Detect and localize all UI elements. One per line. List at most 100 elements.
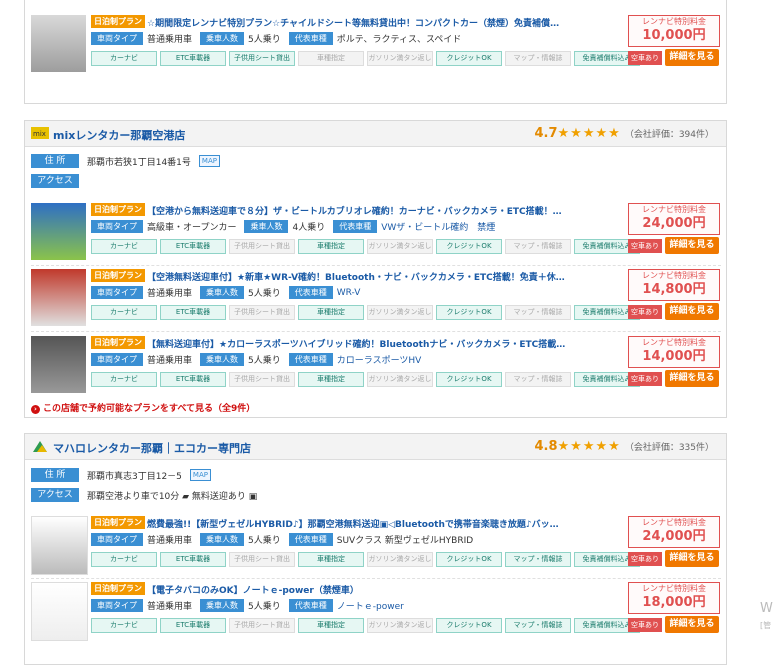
feature-tag: マップ・情報誌 <box>505 239 571 254</box>
feature-tag: ガソリン満タン返し <box>367 239 433 254</box>
plan-specs: 車両タイプ 普通乗用車 乗車人数 5人乗り 代表車種 ノートｅ-power <box>91 599 408 612</box>
feature-tag: 車種指定 <box>298 239 364 254</box>
detail-button[interactable]: 詳細を見る <box>665 370 719 387</box>
feature-tag: 車種指定 <box>298 372 364 387</box>
feature-tag: カーナビ <box>91 372 157 387</box>
feature-tag: ETC車載器 <box>160 239 226 254</box>
feature-tag: 子供用シート貸出 <box>229 51 295 66</box>
map-button[interactable]: MAP <box>198 155 220 167</box>
plan-card-top: 日泊制プラン ☆期間限定レンナビ特別プラン☆チャイルドシート等無料貸出中！コンパ… <box>24 0 727 104</box>
feature-tag: ETC車載器 <box>160 618 226 633</box>
price-box: レンナビ特別料金 24,000円 <box>628 516 720 548</box>
detail-button[interactable]: 詳細を見る <box>665 616 719 633</box>
watermark-subtext: [管 <box>760 621 772 630</box>
plan-title-link[interactable]: 【電子タバコのみOK】ノートｅ-power（禁煙車） <box>147 583 567 596</box>
plan-title-link[interactable]: 【無料送迎車付】★カローラスポーツハイブリッド確約！Bluetoothナビ・バッ… <box>147 337 567 350</box>
feature-list: カーナビ ETC車載器 子供用シート貸出 車種指定 ガソリン満タン返し クレジットOK マッ… <box>91 618 640 633</box>
spec-capacity-label: 乗車人数 <box>200 286 245 299</box>
feature-tag: カーナビ <box>91 618 157 633</box>
shop-name-link[interactable]: マハロレンタカー那覇｜エコカー専門店 <box>53 440 251 456</box>
spec-type-label: 車両タイプ <box>91 599 143 612</box>
feature-tag: マップ・情報誌 <box>505 51 571 66</box>
feature-list: カーナビ ETC車載器 子供用シート貸出 車種指定 ガソリン満タン返し クレジットOK マッ… <box>91 372 640 387</box>
plan-item: 日泊制プラン 【空港無料送迎車付】★新車★WR-V確約！Bluetooth・ナビ… <box>31 267 721 329</box>
spec-capacity-value: 5人乗り <box>248 536 281 546</box>
detail-button[interactable]: 詳細を見る <box>665 303 719 320</box>
review-count: （会社評価：335件） <box>624 443 714 453</box>
detail-button[interactable]: 詳細を見る <box>665 237 719 254</box>
address-tag: 住 所 <box>31 154 79 168</box>
feature-tag: 子供用シート貸出 <box>229 372 295 387</box>
feature-tag: ガソリン満タン返し <box>367 552 433 567</box>
spec-type-value: 普通乗用車 <box>147 536 193 546</box>
detail-button[interactable]: 詳細を見る <box>665 550 719 567</box>
spec-model-value: VWザ・ビートル確約 禁煙 <box>381 223 496 233</box>
feature-tag: 車種指定 <box>298 51 364 66</box>
spec-type-value: 普通乗用車 <box>147 35 193 45</box>
address-row: 住 所 那覇市真志3丁目12－5 MAP <box>31 468 211 482</box>
feature-tag: ETC車載器 <box>160 51 226 66</box>
feature-tag: ガソリン満タン返し <box>367 305 433 320</box>
plan-title-link[interactable]: ☆期間限定レンナビ特別プラン☆チャイルドシート等無料貸出中！コンパクトカー（禁煙… <box>147 16 567 29</box>
vacancy-badge: 空車あり <box>628 51 662 65</box>
rating-score: 4.8 <box>534 439 558 454</box>
shop-header: マハロレンタカー那覇｜エコカー専門店 4.8★★★★★ （会社評価：335件） <box>25 434 726 460</box>
car-thumbnail[interactable] <box>31 516 88 575</box>
shop-name-link[interactable]: mixレンタカー那覇空港店 <box>53 127 185 143</box>
car-thumbnail[interactable] <box>31 203 86 260</box>
feature-tag: マップ・情報誌 <box>505 305 571 320</box>
price-box: レンナビ特別料金 14,000円 <box>628 336 720 368</box>
mahalo-logo-icon <box>31 440 49 452</box>
mix-logo-icon: mix <box>31 127 49 139</box>
feature-tag: クレジットOK <box>436 618 502 633</box>
map-button[interactable]: MAP <box>189 469 211 481</box>
spec-type-value: 普通乗用車 <box>147 289 193 299</box>
feature-tag: マップ・情報誌 <box>505 552 571 567</box>
spec-model-label: 代表車種 <box>288 32 333 45</box>
address-row: 住 所 那覇市若狭1丁目14番1号 MAP <box>31 154 220 168</box>
price-value: 14,000円 <box>642 349 706 364</box>
plan-item: 日泊制プラン 燃費最強!!【新型ヴェゼルHYBRID♪】那覇空港無料送迎▣◁Bl… <box>31 514 721 576</box>
car-thumbnail[interactable] <box>31 269 86 326</box>
see-all-plans-link[interactable]: › この店舗で予約可能なプランをすべて見る（全9件） <box>31 401 255 414</box>
feature-tag: 子供用シート貸出 <box>229 618 295 633</box>
divider <box>31 331 721 332</box>
spec-type-value: 普通乗用車 <box>147 356 193 366</box>
access-row: アクセス 那覇空港より車で10分 ▰ 無料送迎あり ▣ <box>31 488 257 502</box>
vacancy-badge: 空車あり <box>628 239 662 253</box>
plan-item: 日泊制プラン 【無料送迎車付】★カローラスポーツハイブリッド確約！Bluetoo… <box>31 334 721 396</box>
spec-capacity-value: 5人乗り <box>248 356 281 366</box>
feature-tag: ETC車載器 <box>160 372 226 387</box>
plan-title-link[interactable]: 【空港から無料送迎車で８分】ザ・ビートルカブリオレ確約！カーナビ・バックカメラ・… <box>147 204 567 217</box>
spec-type-label: 車両タイプ <box>91 32 143 45</box>
spec-capacity-value: 5人乗り <box>248 35 281 45</box>
spec-capacity-label: 乗車人数 <box>200 533 245 546</box>
detail-button[interactable]: 詳細を見る <box>665 49 719 66</box>
car-thumbnail[interactable] <box>31 15 86 72</box>
feature-tag: ガソリン満タン返し <box>367 618 433 633</box>
car-thumbnail[interactable] <box>31 336 86 393</box>
spec-model-value: WR-V <box>336 287 361 298</box>
feature-tag: クレジットOK <box>436 305 502 320</box>
price-value: 14,800円 <box>642 282 706 297</box>
feature-tag: カーナビ <box>91 305 157 320</box>
feature-tag: 子供用シート貸出 <box>229 305 295 320</box>
price-label: レンナビ特別料金 <box>642 205 706 214</box>
feature-tag: クレジットOK <box>436 51 502 66</box>
plan-specs: 車両タイプ 普通乗用車 乗車人数 5人乗り 代表車種 ポルテ、ラクティス、スペイ… <box>91 32 465 45</box>
divider <box>31 578 721 579</box>
price-box: レンナビ特別料金 18,000円 <box>628 582 720 614</box>
spec-model-label: 代表車種 <box>333 220 378 233</box>
price-box: レンナビ特別料金 24,000円 <box>628 203 720 235</box>
plan-title-link[interactable]: 燃費最強!!【新型ヴェゼルHYBRID♪】那覇空港無料送迎▣◁Bluetooth… <box>147 517 567 530</box>
plan-title-link[interactable]: 【空港無料送迎車付】★新車★WR-V確約！Bluetooth・ナビ・バックカメラ… <box>147 270 567 283</box>
feature-tag: カーナビ <box>91 552 157 567</box>
plan-badge: 日泊制プラン <box>91 15 145 28</box>
address-text: 那覇市真志3丁目12－5 <box>87 471 182 482</box>
feature-tag: 車種指定 <box>298 552 364 567</box>
spec-capacity-value: 4人乗り <box>292 223 326 233</box>
car-thumbnail[interactable] <box>31 582 88 641</box>
spec-model-label: 代表車種 <box>288 533 333 546</box>
access-tag: アクセス <box>31 174 79 188</box>
price-label: レンナビ特別料金 <box>642 17 706 26</box>
